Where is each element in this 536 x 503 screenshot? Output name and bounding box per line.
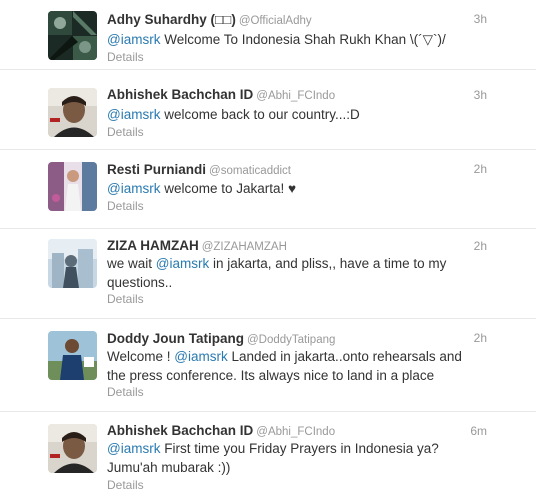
details-link[interactable]: Details [107, 125, 144, 140]
timestamp[interactable]: 2h [474, 162, 487, 177]
avatar[interactable] [48, 331, 97, 380]
tweet-text: @iamsrk welcome back to our country...:D [107, 105, 479, 124]
tweet-text: @iamsrk Welcome To Indonesia Shah Rukh K… [107, 30, 479, 49]
tweet-item[interactable]: Doddy Joun Tatipang @DoddyTatipang 2h Wel… [0, 319, 536, 412]
text-before: we wait [107, 256, 156, 271]
tweet-feed: Adhy Suhardhy (□□) @OfficialAdhy 3h @iams… [0, 0, 536, 503]
details-link[interactable]: Details [107, 199, 144, 214]
mention-link[interactable]: @iamsrk [156, 256, 209, 271]
avatar[interactable] [48, 11, 97, 60]
tweet-text: Welcome ! @iamsrk Landed in jakarta..ont… [107, 347, 479, 385]
text-before: Welcome ! [107, 349, 175, 364]
author-handle[interactable]: @OfficialAdhy [239, 15, 312, 27]
tweet-header: Abhishek Bachchan ID @Abhi_FCIndo [107, 86, 487, 105]
tweet-text: we wait @iamsrk in jakarta, and pliss,, … [107, 254, 479, 292]
details-link[interactable]: Details [107, 292, 144, 307]
tweet-item[interactable]: Abhishek Bachchan ID @Abhi_FCIndo 6m @iam… [0, 412, 536, 503]
details-link[interactable]: Details [107, 50, 144, 65]
author-name[interactable]: Abhishek Bachchan ID [107, 87, 253, 102]
tweet-text: @iamsrk First time you Friday Prayers in… [107, 439, 479, 477]
author-handle[interactable]: @ZIZAHAMZAH [202, 241, 287, 253]
tweet-item[interactable]: Abhishek Bachchan ID @Abhi_FCIndo 3h @iam… [0, 70, 536, 150]
author-name[interactable]: Resti Purniandi [107, 162, 206, 177]
tweet-text: @iamsrk welcome to Jakarta! ♥ [107, 179, 479, 198]
mention-link[interactable]: @iamsrk [107, 441, 160, 456]
mention-link[interactable]: @iamsrk [107, 32, 160, 47]
author-name[interactable]: Abhishek Bachchan ID [107, 423, 253, 438]
author-name[interactable]: Doddy Joun Tatipang [107, 331, 244, 346]
tweet-item[interactable]: Adhy Suhardhy (□□) @OfficialAdhy 3h @iams… [0, 0, 536, 70]
tweet-item[interactable]: Resti Purniandi @somaticaddict 2h @iamsrk… [0, 150, 536, 229]
timestamp[interactable]: 6m [470, 424, 487, 439]
text-after: Welcome To Indonesia Shah Rukh Khan \(´▽… [160, 32, 446, 47]
author-handle[interactable]: @Abhi_FCIndo [256, 426, 335, 438]
author-handle[interactable]: @DoddyTatipang [247, 334, 335, 346]
author-name[interactable]: Adhy Suhardhy (□□) [107, 12, 236, 27]
text-after: welcome to Jakarta! ♥ [160, 181, 297, 196]
author-handle[interactable]: @somaticaddict [209, 165, 291, 177]
mention-link[interactable]: @iamsrk [107, 107, 160, 122]
tweet-header: Adhy Suhardhy (□□) @OfficialAdhy [107, 11, 487, 30]
author-handle[interactable]: @Abhi_FCIndo [256, 90, 335, 102]
mention-link[interactable]: @iamsrk [174, 349, 227, 364]
details-link[interactable]: Details [107, 478, 144, 493]
avatar[interactable] [48, 88, 97, 137]
avatar[interactable] [48, 424, 97, 473]
text-after: welcome back to our country...:D [160, 107, 360, 122]
details-link[interactable]: Details [107, 385, 144, 400]
timestamp[interactable]: 3h [474, 12, 487, 27]
timestamp[interactable]: 2h [474, 331, 487, 346]
timestamp[interactable]: 3h [474, 88, 487, 103]
author-name[interactable]: ZIZA HAMZAH [107, 238, 199, 253]
mention-link[interactable]: @iamsrk [107, 181, 160, 196]
avatar[interactable] [48, 162, 97, 211]
timestamp[interactable]: 2h [474, 239, 487, 254]
avatar[interactable] [48, 239, 97, 288]
tweet-header: Resti Purniandi @somaticaddict [107, 161, 487, 180]
tweet-item[interactable]: ZIZA HAMZAH @ZIZAHAMZAH 2h we wait @iamsr… [0, 229, 536, 319]
